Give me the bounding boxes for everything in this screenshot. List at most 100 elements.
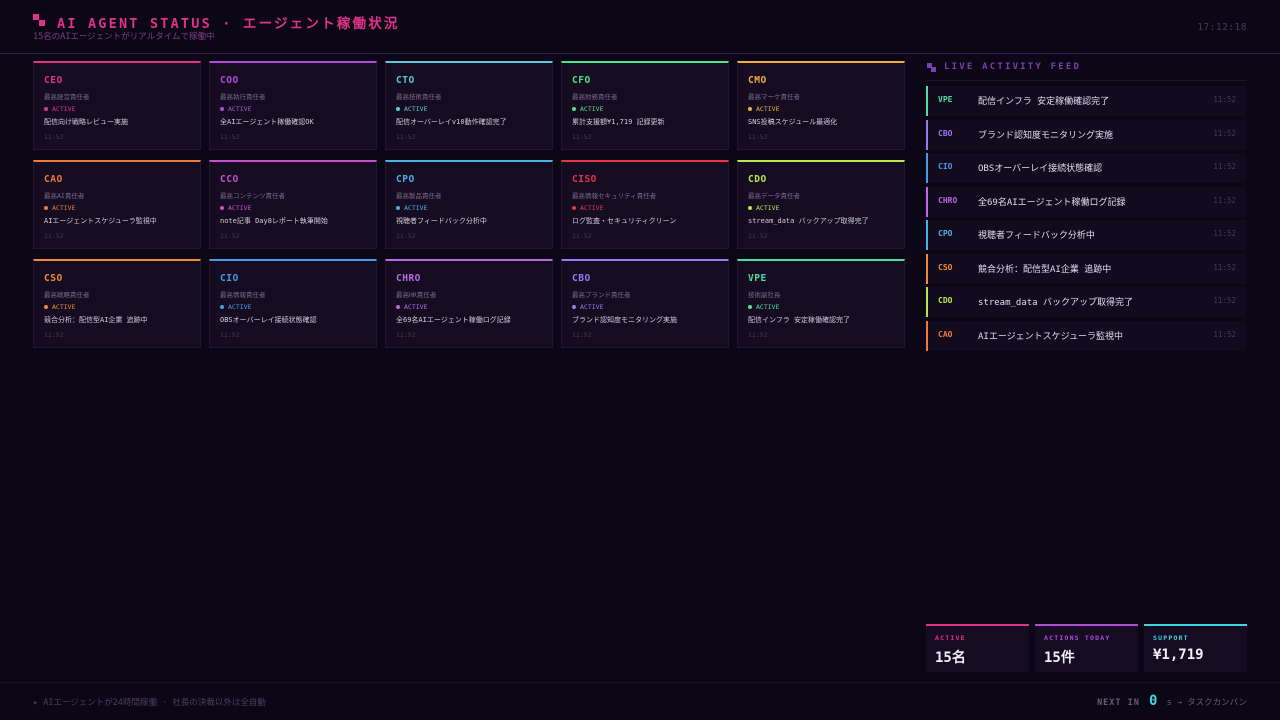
agent-card-cmo[interactable]: CMO 最高マーケ責任者 ACTIVE SNS投稿スケジュール最適化 11:52 [737, 61, 905, 150]
feed-time: 11:52 [1213, 128, 1236, 138]
agent-card-cto[interactable]: CTO 最高技術責任者 ACTIVE 配信オーバーレイv10動作確認完了 11:52 [385, 61, 553, 150]
agent-title: 最高マーケ責任者 [748, 93, 800, 101]
feed-text: 視聴者フィードバック分析中 [978, 231, 1095, 241]
agent-card-ceo[interactable]: CEO 最高経営責任者 ACTIVE 配信向け戦略レビュー実施 11:52 [33, 61, 201, 150]
agent-task: 配信インフラ 安定稼働確認完了 [748, 316, 851, 324]
agent-card-cao[interactable]: CAO 最高AI責任者 ACTIVE AIエージェントスケジューラ監視中 11:52 [33, 160, 201, 249]
status-badge: ACTIVE [220, 303, 251, 311]
agent-task: 全69名AIエージェント稼働ログ記録 [396, 316, 511, 324]
status-text: ACTIVE [228, 105, 252, 113]
feed-item: CHRO 全69名AIエージェント稼働ログ記録 11:52 [926, 186, 1246, 217]
status-dot-icon [44, 206, 48, 210]
agent-time: 11:52 [220, 331, 240, 339]
feed-role: CDO [938, 296, 953, 305]
agent-title: 最高情報責任者 [220, 291, 266, 299]
feed-time: 11:52 [1213, 95, 1236, 104]
status-badge: ACTIVE [396, 204, 427, 212]
agent-task: note記事 Day8レポート執筆開始 [220, 217, 328, 225]
agent-card-cfo[interactable]: CFO 最高財務責任者 ACTIVE 累計支援額¥1,719 記録更新 11:52 [561, 61, 729, 150]
agent-task: ログ監査・セキュリティクリーン [572, 217, 677, 225]
agent-task: 全AIエージェント稼働確認OK [220, 118, 314, 126]
agent-role: CCO [220, 174, 239, 185]
status-badge: ACTIVE [396, 303, 427, 311]
agent-card-vpe[interactable]: VPE 技術副社長 ACTIVE 配信インフラ 安定稼働確認完了 11:52 [737, 259, 905, 348]
status-dot-icon [220, 206, 224, 210]
feed-header: LIVE ACTIVITY FEED [927, 61, 1247, 81]
agent-role: CBO [572, 273, 591, 284]
agent-role: CMO [748, 75, 767, 86]
status-badge: ACTIVE [572, 303, 603, 311]
status-dot-icon [396, 107, 400, 111]
status-dot-icon [220, 107, 224, 111]
header: AI AGENT STATUS · エージェント稼働状況 15名のAIエージェン… [0, 0, 1280, 54]
agent-task: SNS投稿スケジュール最適化 [748, 118, 838, 126]
status-badge: ACTIVE [220, 105, 251, 113]
feed-title: LIVE ACTIVITY FEED [944, 62, 1082, 72]
status-badge: ACTIVE [396, 105, 427, 113]
stat-value: 15名 [935, 650, 966, 666]
feed-time: 11:52 [1213, 229, 1236, 238]
agent-time: 11:52 [44, 133, 64, 141]
feed-role: CSO [938, 262, 953, 272]
agent-card-cpo[interactable]: CPO 最高製品責任者 ACTIVE 視聴者フィードバック分析中 11:52 [385, 160, 553, 249]
feed-item: CDO stream_data バックアップ取得完了 11:52 [926, 287, 1246, 317]
feed-item: CPO 視聴者フィードバック分析中 11:52 [926, 220, 1246, 250]
agent-role: CAO [44, 174, 63, 185]
agent-card-cco[interactable]: CCO 最高コンテンツ責任者 ACTIVE note記事 Day8レポート執筆開始 11… [209, 160, 377, 249]
status-dot-icon [748, 305, 752, 309]
status-text: ACTIVE [52, 303, 76, 311]
agent-role: CPO [396, 174, 415, 185]
agent-card-cso[interactable]: CSO 最高戦略責任者 ACTIVE 競合分析：配信型AI企業 追跡中 11:52 [33, 259, 201, 348]
agent-title: 最高情報セキュリティ責任者 [572, 192, 657, 200]
feed-text: 配信インフラ 安定稼働確認完了 [978, 97, 1110, 107]
agent-card-cbo[interactable]: CBO 最高ブランド責任者 ACTIVE ブランド認知度モニタリング実施 11:52 [561, 259, 729, 348]
agent-title: 最高AI責任者 [44, 192, 85, 200]
status-text: ACTIVE [404, 204, 428, 212]
footer: ▸ AIエージェントが24時間稼働 · 社長の決裁以外は全自動 NEXT IN … [0, 682, 1280, 720]
status-dot-icon [572, 305, 576, 309]
feed-text: 全69名AIエージェント稼働ログ記録 [978, 197, 1126, 208]
feed-role: CBO [938, 128, 953, 138]
agent-title: 最高技術責任者 [396, 93, 442, 101]
agent-card-cdo[interactable]: CDO 最高データ責任者 ACTIVE stream_data バックアップ取得完了 1… [737, 160, 905, 249]
feed-item: CBO ブランド認知度モニタリング実施 11:52 [926, 119, 1246, 150]
agent-card-ciso[interactable]: CISO 最高情報セキュリティ責任者 ACTIVE ログ監査・セキュリティクリーン 11… [561, 160, 729, 249]
status-dot-icon [748, 206, 752, 210]
status-badge: ACTIVE [572, 204, 603, 212]
agent-task: 累計支援額¥1,719 記録更新 [572, 118, 665, 126]
agent-time: 11:52 [748, 133, 768, 141]
countdown: 0 [1149, 693, 1158, 709]
feed-time: 11:52 [1213, 162, 1236, 171]
agent-card-coo[interactable]: COO 最高執行責任者 ACTIVE 全AIエージェント稼働確認OK 11:52 [209, 61, 377, 150]
agent-title: 最高財務責任者 [572, 93, 618, 101]
agent-card-chro[interactable]: CHRO 最高HR責任者 ACTIVE 全69名AIエージェント稼働ログ記録 11:52 [385, 259, 553, 348]
status-text: ACTIVE [580, 303, 604, 311]
agent-task: 配信オーバーレイv10動作確認完了 [396, 118, 507, 126]
feed-text: stream_data バックアップ取得完了 [978, 298, 1134, 308]
status-text: ACTIVE [52, 105, 76, 113]
status-badge: ACTIVE [220, 204, 251, 212]
agent-card-cio[interactable]: CIO 最高情報責任者 ACTIVE OBSオーバーレイ接続状態確認 11:52 [209, 259, 377, 348]
status-text: ACTIVE [404, 303, 428, 311]
next-indicator: NEXT IN 0 s → タスクカンバン [1097, 693, 1247, 709]
status-badge: ACTIVE [748, 204, 779, 212]
feed-role: CHRO [938, 195, 958, 205]
agent-time: 11:52 [396, 331, 416, 339]
agent-role: CEO [44, 75, 63, 86]
agent-role: CIO [220, 273, 239, 284]
status-dot-icon [572, 206, 576, 210]
feed-text: 競合分析：配信型AI企業 追跡中 [978, 264, 1112, 275]
agent-role: CTO [396, 75, 415, 86]
agent-task: 競合分析：配信型AI企業 追跡中 [44, 316, 148, 324]
feed-item: CSO 競合分析：配信型AI企業 追跡中 11:52 [926, 253, 1246, 284]
agent-time: 11:52 [396, 232, 416, 240]
agent-time: 11:52 [44, 232, 64, 240]
status-text: ACTIVE [756, 204, 780, 212]
agent-time: 11:52 [748, 331, 768, 339]
agent-time: 11:52 [748, 232, 768, 240]
feed-role: CAO [938, 329, 953, 339]
agent-role: VPE [748, 273, 767, 284]
feed-time: 11:52 [1213, 262, 1236, 272]
stat-label: SUPPORT [1153, 634, 1189, 642]
stat-label: ACTIVE [935, 634, 966, 642]
